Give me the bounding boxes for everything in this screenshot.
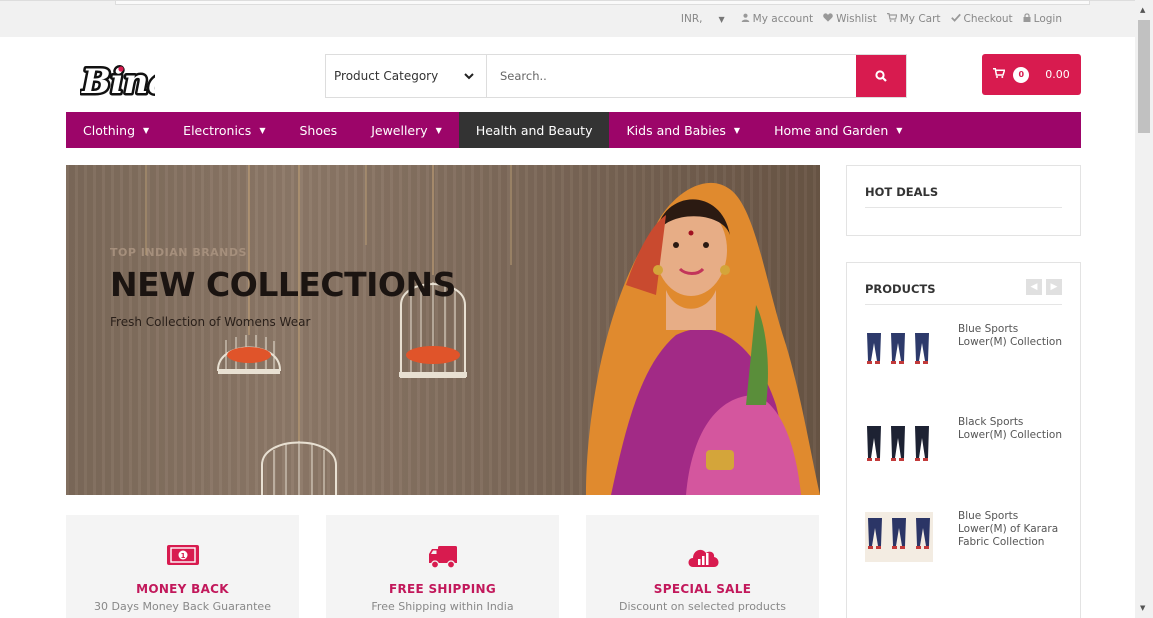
user-icon (741, 13, 750, 25)
product-item[interactable]: Blue Sports Lower(M) Collection (865, 323, 1065, 383)
my-cart-label: My Cart (899, 13, 941, 25)
nav-item-label: Kids and Babies (626, 122, 726, 138)
top-bar: INR, ▼ My account Wishlist My Cart Check… (0, 0, 1135, 37)
feature-subtitle: Discount on selected products (619, 600, 786, 613)
heart-icon (823, 13, 833, 25)
product-item[interactable]: Blue Sports Lower(M) of Karara Fabric Co… (865, 510, 1065, 570)
caret-down-icon: ▼ (733, 125, 741, 135)
top-links: INR, ▼ My account Wishlist My Cart Check… (681, 13, 1062, 25)
prev-arrow-icon[interactable]: ◀ (1026, 279, 1042, 295)
feature-title: SPECIAL SALE (653, 582, 752, 596)
feature-subtitle: 30 Days Money Back Guarantee (94, 600, 271, 613)
caret-down-icon: ▼ (896, 125, 903, 135)
nav-item-label: Electronics (183, 122, 252, 138)
feature-title: MONEY BACK (136, 582, 229, 596)
search-input[interactable] (487, 55, 856, 97)
feature-title: FREE SHIPPING (388, 582, 496, 596)
nav-item-shoes[interactable]: Shoes (282, 112, 354, 148)
my-account-link[interactable]: My account (741, 13, 813, 25)
svg-text:1: 1 (180, 552, 185, 560)
check-icon (950, 13, 961, 25)
product-image[interactable] (865, 325, 933, 375)
products-title: PRODUCTS (865, 282, 936, 296)
caret-down-icon: ▼ (143, 125, 150, 135)
currency-label: INR, (680, 13, 703, 25)
caret-down-icon: ▼ (259, 125, 266, 135)
caret-down-icon: ▼ (435, 125, 442, 135)
banner-title: NEW COLLECTIONS (110, 265, 456, 304)
category-select[interactable]: Product Category (326, 55, 487, 97)
nav-item-label: Home and Garden (774, 122, 889, 138)
svg-text:Bina: Bina (81, 62, 155, 102)
nav-item-label: Shoes (299, 122, 338, 138)
truck-icon (428, 545, 458, 573)
nav-item-jewellery[interactable]: Jewellery ▼ (354, 112, 459, 148)
product-name[interactable]: Blue Sports Lower(M) Collection (958, 323, 1068, 349)
banner-subtitle: TOP INDIAN BRANDS (110, 246, 247, 259)
category-select-label: Product Category (334, 69, 439, 83)
nav-item-health-and-beauty[interactable]: Health and Beauty (458, 112, 610, 148)
divider (865, 207, 1062, 208)
currency-selector[interactable]: INR, (681, 13, 703, 25)
nav-item-clothing[interactable]: Clothing ▼ (66, 112, 166, 148)
wishlist-link[interactable]: Wishlist (823, 13, 877, 25)
main-nav: Clothing ▼ Electronics ▼ Shoes Jewellery ▼ … (66, 112, 1081, 148)
scrollbar-thumb[interactable] (1138, 20, 1150, 133)
product-image[interactable] (865, 418, 933, 468)
money-icon: 1 (166, 545, 199, 569)
lock-icon (1023, 13, 1031, 25)
hot-deals-panel: HOT DEALS (846, 165, 1081, 236)
feature-subtitle: Free Shipping within India (371, 600, 514, 613)
products-panel: PRODUCTS ◀ ▶ Blue Sports Lower(M) Collec… (846, 262, 1081, 618)
feature-money-back: 1 MONEY BACK 30 Days Money Back Guarante… (66, 515, 299, 618)
login-link[interactable]: Login (1023, 13, 1062, 25)
product-item[interactable]: Black Sports Lower(M) Collection (865, 416, 1065, 476)
birdcage (261, 441, 337, 495)
cart-button[interactable]: 0 0.00 (982, 54, 1081, 95)
cart-count-badge: 0 (1013, 66, 1030, 83)
sale-icon (687, 545, 719, 571)
site-logo[interactable]: Bina Bina (79, 57, 173, 105)
nav-item-label: Clothing (83, 122, 136, 138)
product-image[interactable] (865, 512, 933, 562)
product-name[interactable]: Black Sports Lower(M) Collection (958, 416, 1068, 442)
nav-item-electronics[interactable]: Electronics ▼ (166, 112, 282, 148)
feature-special-sale: SPECIAL SALE Discount on selected produc… (586, 515, 819, 618)
chevron-down-icon[interactable]: ▼ (719, 15, 725, 24)
model-figure (586, 182, 820, 495)
banner-illustration (145, 165, 820, 495)
my-account-label: My account (752, 13, 814, 25)
wishlist-label: Wishlist (836, 13, 877, 25)
cart-icon (886, 13, 898, 25)
products-pager: ◀ ▶ (1026, 279, 1062, 295)
hot-deals-title: HOT DEALS (865, 185, 939, 199)
chevron-down-icon (464, 69, 474, 83)
page-scrollbar[interactable]: ▲ ▼ (1135, 0, 1153, 618)
my-cart-link[interactable]: My Cart (886, 13, 941, 25)
scroll-down-icon[interactable]: ▼ (1140, 604, 1145, 612)
cart-icon (993, 68, 1006, 81)
checkout-link[interactable]: Checkout (950, 13, 1013, 25)
next-arrow-icon[interactable]: ▶ (1046, 279, 1062, 295)
search-icon (875, 67, 887, 86)
page: INR, ▼ My account Wishlist My Cart Check… (0, 0, 1153, 618)
search-bar: Product Category (325, 54, 907, 98)
login-label: Login (1033, 13, 1062, 25)
nav-item-home-and-garden[interactable]: Home and Garden ▼ (757, 112, 919, 148)
banner-text: Fresh Collection of Womens Wear (110, 315, 311, 329)
checkout-label: Checkout (963, 13, 1013, 25)
birdcage (216, 335, 282, 374)
divider (865, 304, 1062, 305)
nav-item-label: Jewellery (371, 122, 428, 138)
scroll-up-icon[interactable]: ▲ (1140, 6, 1145, 14)
nav-item-kids-and-babies[interactable]: Kids and Babies ▼ (609, 112, 757, 148)
feature-free-shipping: FREE SHIPPING Free Shipping within India (326, 515, 559, 618)
cart-total: 0.00 (1045, 68, 1070, 81)
search-button[interactable] (856, 55, 906, 97)
hero-banner[interactable]: TOP INDIAN BRANDS NEW COLLECTIONS Fresh … (66, 165, 820, 495)
nav-item-label: Health and Beauty (475, 122, 593, 138)
product-name[interactable]: Blue Sports Lower(M) of Karara Fabric Co… (958, 510, 1068, 549)
browser-edge (115, 1, 1090, 5)
